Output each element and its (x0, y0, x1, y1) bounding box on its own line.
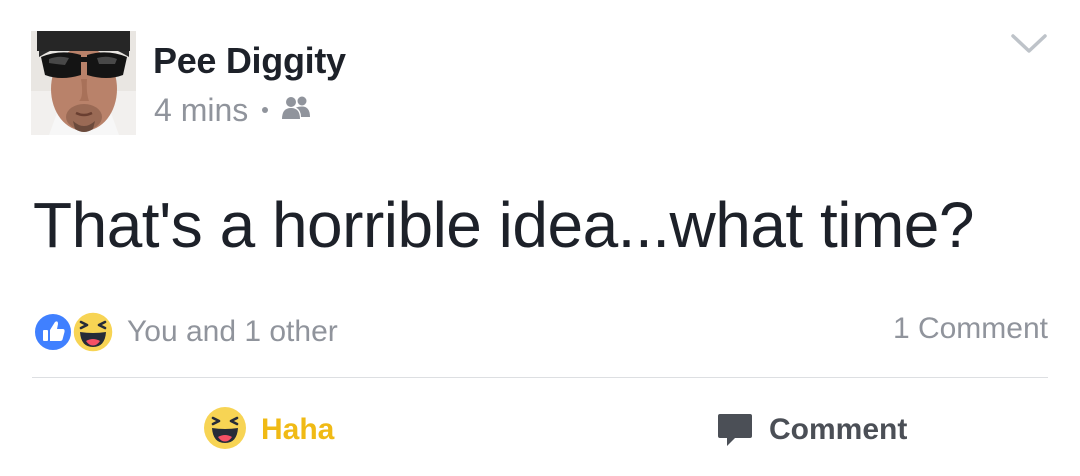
comment-count[interactable]: 1 Comment (893, 312, 1048, 346)
like-reaction-icon (33, 312, 73, 352)
author-name[interactable]: Pee Diggity (153, 40, 346, 82)
haha-icon (203, 406, 247, 455)
post-card: Pee Diggity 4 mins That's a horrible ide… (0, 0, 1080, 476)
friends-icon[interactable] (281, 92, 311, 129)
post-timestamp[interactable]: 4 mins (154, 92, 248, 129)
divider (32, 377, 1048, 378)
reactions-summary[interactable]: You and 1 other (33, 310, 338, 354)
chevron-down-icon[interactable] (1010, 32, 1048, 56)
author-avatar[interactable] (31, 31, 136, 135)
comment-icon (715, 408, 755, 453)
comment-button[interactable]: Comment (715, 405, 907, 455)
haha-label: Haha (261, 413, 335, 446)
haha-reaction-icon (71, 310, 115, 354)
post-text: That's a horrible idea...what time? (33, 189, 974, 261)
post-meta: 4 mins (154, 90, 311, 130)
reaction-summary-text[interactable]: You and 1 other (127, 315, 338, 349)
meta-separator-dot (262, 107, 269, 113)
profile-photo-icon (31, 31, 136, 135)
reaction-icons (33, 310, 119, 354)
comment-label: Comment (769, 413, 908, 446)
haha-button[interactable]: Haha (203, 405, 334, 455)
